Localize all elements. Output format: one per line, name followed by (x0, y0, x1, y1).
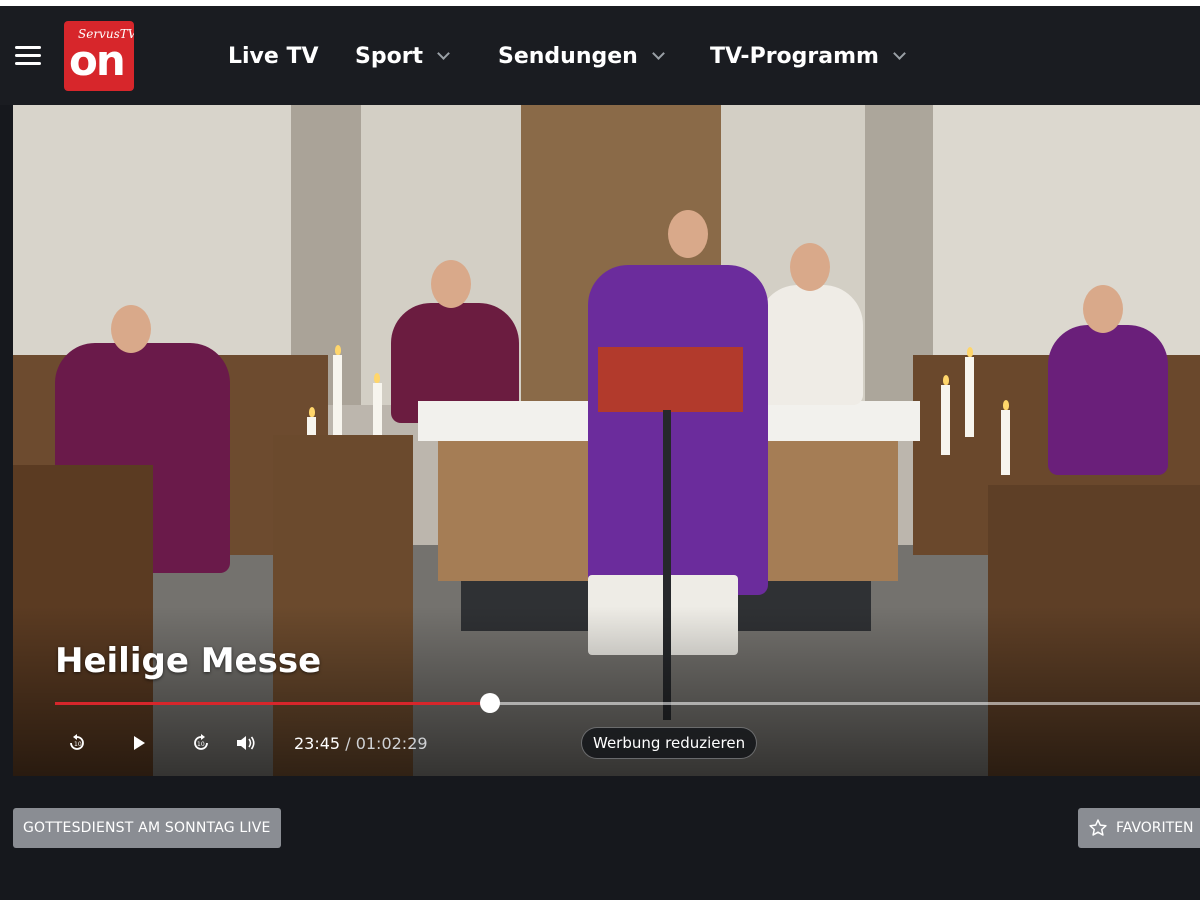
nav-sport[interactable]: Sport (355, 44, 450, 69)
servustv-on-logo[interactable]: ServusTV on (64, 21, 134, 91)
logo-on-text: on (69, 36, 126, 85)
top-navigation: ServusTV on Live TV Sport Sendungen TV-P… (0, 6, 1200, 105)
svg-text:10: 10 (74, 741, 82, 748)
chevron-down-icon (437, 47, 450, 60)
chevron-down-icon (651, 47, 665, 60)
current-time: 23:45 (294, 734, 341, 753)
reduce-ads-button[interactable]: Werbung reduzieren (581, 727, 758, 759)
progress-played (55, 702, 491, 705)
progress-handle[interactable] (480, 693, 501, 713)
favorites-label: FAVORITEN (1116, 820, 1194, 836)
volume-icon[interactable] (234, 731, 258, 755)
time-display: 23:45 / 01:02:29 (294, 734, 428, 753)
svg-text:10: 10 (197, 741, 205, 748)
time-separator: / (345, 734, 351, 753)
nav-label: Live TV (228, 44, 319, 69)
category-tag-button[interactable]: GOTTESDIENST AM SONNTAG LIVE (13, 808, 281, 848)
progress-bar[interactable] (55, 693, 1200, 713)
favorites-button[interactable]: FAVORITEN (1078, 808, 1200, 848)
nav-tv-programm[interactable]: TV-Programm (710, 44, 906, 69)
nav-sendungen[interactable]: Sendungen (498, 44, 665, 69)
play-icon[interactable] (127, 731, 151, 755)
chevron-down-icon (893, 47, 906, 60)
nav-label: Sendungen (498, 44, 638, 69)
nav-live-tv[interactable]: Live TV (228, 44, 319, 69)
nav-label: TV-Programm (710, 44, 879, 69)
video-title: Heilige Messe (55, 641, 322, 681)
forward-10-icon[interactable]: 10 (189, 731, 213, 755)
nav-label: Sport (355, 44, 424, 69)
star-icon (1089, 819, 1107, 836)
video-player[interactable]: Heilige Messe 10 10 23:45 / 01:02:29 Wer… (13, 105, 1200, 776)
rewind-10-icon[interactable]: 10 (65, 731, 89, 755)
menu-icon[interactable] (15, 46, 41, 66)
duration: 01:02:29 (355, 734, 428, 753)
